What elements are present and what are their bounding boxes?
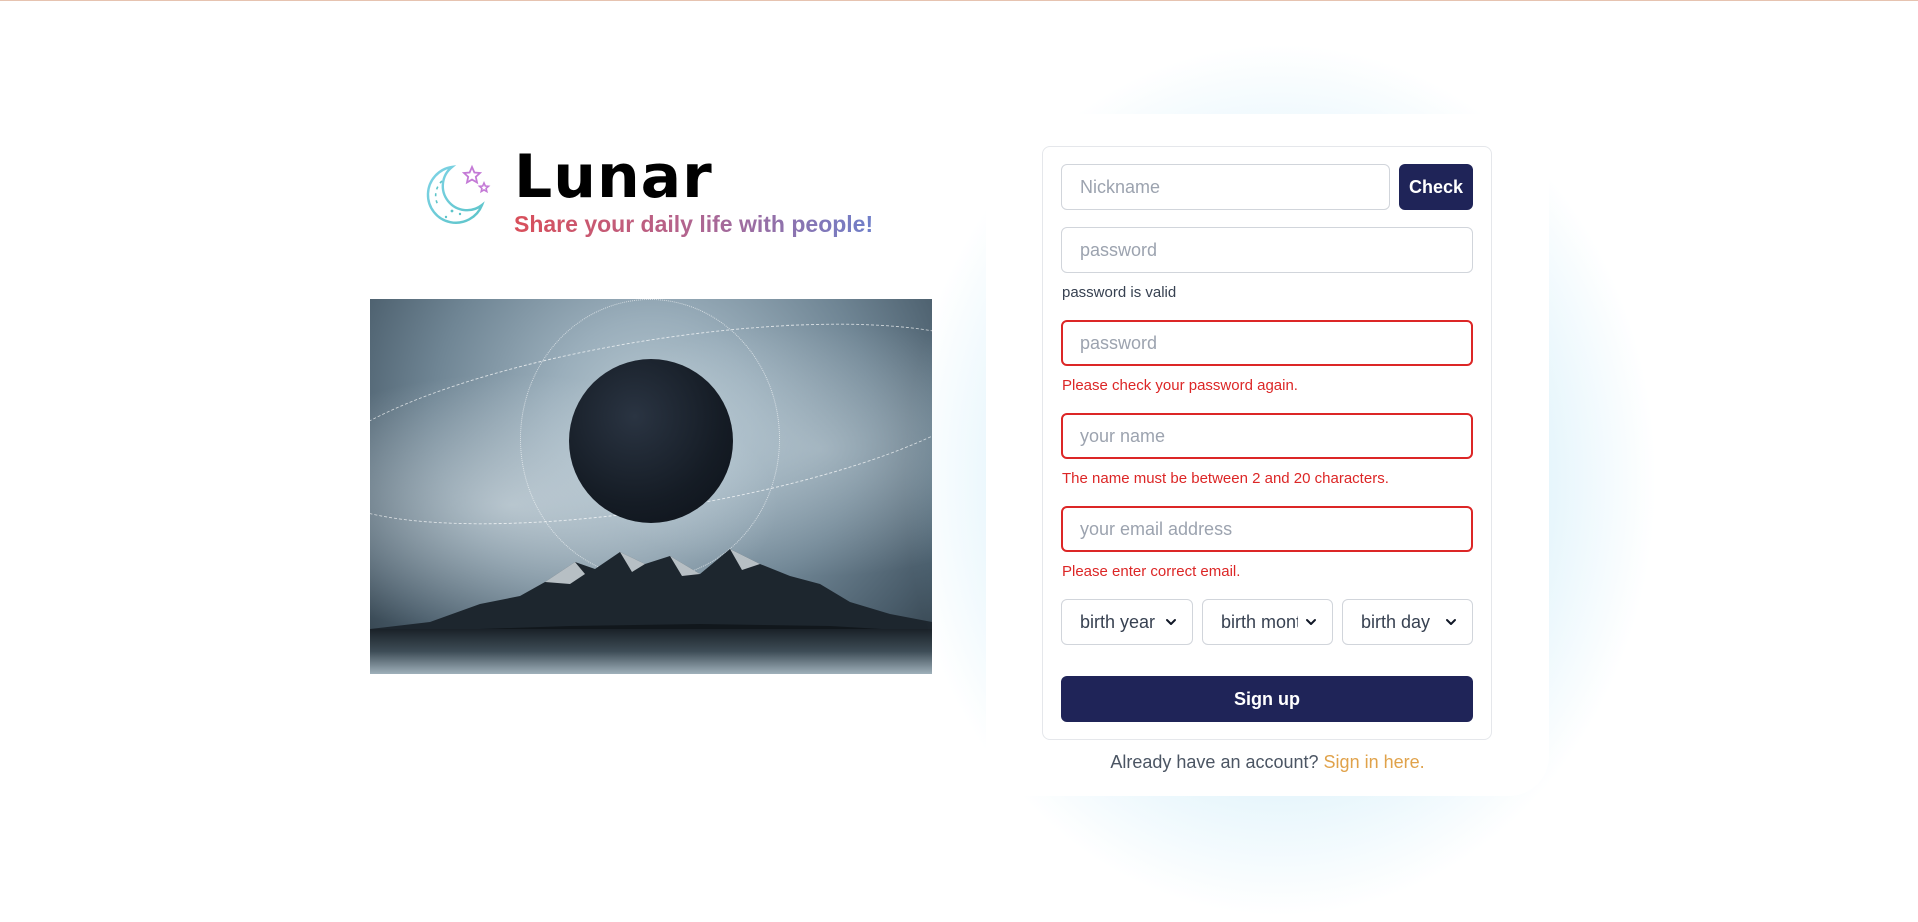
email-input[interactable]: [1061, 506, 1473, 552]
check-nickname-button[interactable]: Check: [1399, 164, 1473, 210]
chevron-down-icon: [1446, 619, 1456, 625]
password-confirm-error: Please check your password again.: [1062, 377, 1298, 394]
brand-tagline: Share your daily life with people!: [514, 211, 874, 237]
birth-month-select[interactable]: birth month: [1202, 599, 1333, 645]
birth-month-value: birth month: [1221, 611, 1298, 632]
email-error: Please enter correct email.: [1062, 563, 1241, 580]
brand-header: Lunar Share your daily life with people!: [422, 145, 873, 238]
birth-year-value: birth year: [1080, 611, 1156, 632]
name-input[interactable]: [1061, 413, 1473, 459]
name-error: The name must be between 2 and 20 charac…: [1062, 470, 1389, 487]
top-border: [0, 0, 1918, 1]
password-input[interactable]: [1061, 227, 1473, 273]
password-status: password is valid: [1062, 284, 1177, 301]
hero-image: [370, 299, 932, 674]
birth-day-value: birth day: [1361, 611, 1431, 632]
birth-year-select[interactable]: birth year: [1061, 599, 1193, 645]
chevron-down-icon: [1166, 619, 1176, 625]
moon-stars-icon: [426, 164, 491, 224]
chevron-down-icon: [1306, 619, 1316, 625]
eclipse-planet: [569, 359, 733, 523]
signup-button[interactable]: Sign up: [1061, 676, 1473, 722]
signin-prompt-text: Already have an account?: [1110, 752, 1319, 772]
birth-day-select[interactable]: birth day: [1342, 599, 1473, 645]
signin-link[interactable]: Sign in here.: [1324, 752, 1425, 772]
nickname-input[interactable]: [1061, 164, 1390, 210]
signin-prompt: Already have an account? Sign in here.: [986, 752, 1549, 773]
password-confirm-input[interactable]: [1061, 320, 1473, 366]
brand-title: Lunar: [514, 142, 713, 212]
mountains-illustration: [370, 549, 932, 644]
